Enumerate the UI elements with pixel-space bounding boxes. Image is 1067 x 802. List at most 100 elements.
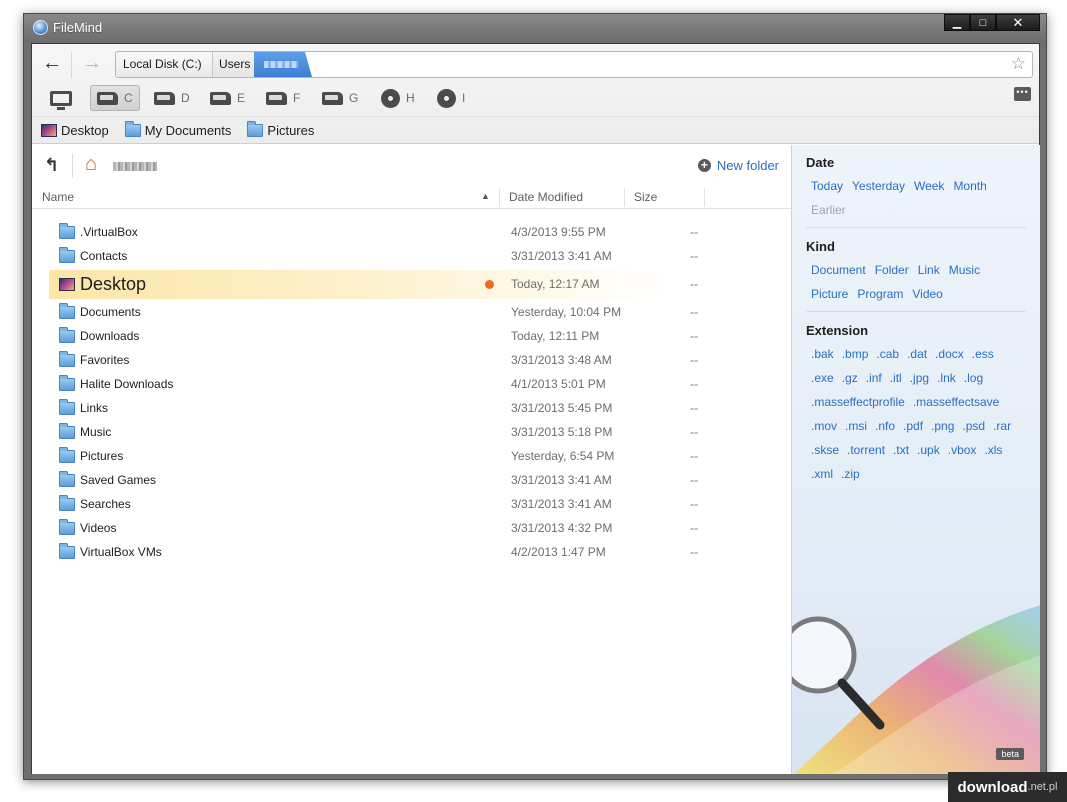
column-date-modified[interactable]: Date Modified [509, 190, 583, 204]
breadcrumb-current-user[interactable] [254, 52, 312, 77]
filter-ext[interactable]: .cab [876, 347, 899, 361]
filter-link[interactable]: Link [918, 263, 940, 277]
computer-button[interactable] [44, 85, 78, 111]
column-name[interactable]: Name [42, 190, 74, 204]
address-bar[interactable]: Local Disk (C:) Users ☆ [115, 51, 1033, 78]
drive-c-button[interactable]: C [90, 85, 140, 111]
new-folder-button[interactable]: + New folder [697, 158, 779, 173]
filter-ext[interactable]: .inf [866, 371, 882, 385]
home-icon[interactable]: ⌂ [85, 153, 97, 176]
drive-i-button[interactable]: I [431, 85, 471, 111]
file-date: 3/31/2013 3:41 AM [511, 249, 612, 263]
back-button[interactable]: ← [38, 53, 66, 75]
table-row[interactable]: Videos 3/31/2013 4:32 PM -- [32, 516, 791, 540]
favorite-desktop[interactable]: Desktop [41, 123, 109, 138]
title-bar[interactable]: FileMind ▁ □ ✕ [24, 14, 1046, 42]
table-row[interactable]: Halite Downloads 4/1/2013 5:01 PM -- [32, 372, 791, 396]
table-row[interactable]: Downloads Today, 12:11 PM -- [32, 324, 791, 348]
extension-row-1: .bak .bmp .cab .dat .docx .ess [811, 347, 994, 361]
file-name: Downloads [80, 329, 140, 343]
filter-ext[interactable]: .itl [890, 371, 902, 385]
music-folder-icon [59, 422, 75, 439]
forward-button[interactable]: → [78, 53, 106, 75]
drive-h-button[interactable]: H [375, 85, 421, 111]
filter-ext[interactable]: .pdf [903, 419, 923, 433]
file-name: Documents [80, 305, 141, 319]
table-row[interactable]: Music 3/31/2013 5:18 PM -- [32, 420, 791, 444]
filter-ext[interactable]: .docx [935, 347, 964, 361]
filter-month[interactable]: Month [953, 179, 986, 193]
table-row[interactable]: Contacts 3/31/2013 3:41 AM -- [32, 244, 791, 268]
filter-ext[interactable]: .skse [811, 443, 839, 457]
filter-ext[interactable]: .png [931, 419, 954, 433]
column-divider[interactable] [499, 188, 500, 207]
table-row[interactable]: VirtualBox VMs 4/2/2013 1:47 PM -- [32, 540, 791, 564]
filter-ext[interactable]: .dat [907, 347, 927, 361]
status-dot [485, 280, 494, 289]
filter-ext[interactable]: .txt [893, 443, 909, 457]
maximize-button[interactable]: □ [970, 14, 996, 31]
filter-picture[interactable]: Picture [811, 287, 848, 301]
filter-ext[interactable]: .masseffectsave [913, 395, 999, 409]
up-folder-icon[interactable]: ↰ [44, 155, 59, 176]
column-divider[interactable] [624, 188, 625, 207]
filter-ext[interactable]: .bak [811, 347, 834, 361]
drive-e-button[interactable]: E [204, 85, 251, 111]
filter-ext[interactable]: .torrent [847, 443, 885, 457]
filter-ext[interactable]: .gz [842, 371, 858, 385]
folder-icon [59, 542, 75, 559]
drive-g-button[interactable]: G [316, 85, 364, 111]
table-row[interactable]: Pictures Yesterday, 6:54 PM -- [32, 444, 791, 468]
chat-icon[interactable]: ••• [1014, 87, 1031, 101]
table-row[interactable]: Favorites 3/31/2013 3:48 AM -- [32, 348, 791, 372]
table-row[interactable]: .VirtualBox 4/3/2013 9:55 PM -- [32, 220, 791, 244]
drive-d-button[interactable]: D [148, 85, 196, 111]
filter-week[interactable]: Week [914, 179, 944, 193]
table-row[interactable]: Documents Yesterday, 10:04 PM -- [32, 300, 791, 324]
favorite-my-documents[interactable]: My Documents [124, 121, 231, 138]
drive-f-button[interactable]: F [260, 85, 306, 111]
star-icon[interactable]: ☆ [1011, 54, 1026, 74]
filter-ext[interactable]: .ess [972, 347, 994, 361]
filter-music[interactable]: Music [949, 263, 980, 277]
filter-ext[interactable]: .log [964, 371, 983, 385]
filter-folder[interactable]: Folder [875, 263, 909, 277]
filter-ext[interactable]: .xls [984, 443, 1002, 457]
filter-ext[interactable]: .upk [917, 443, 940, 457]
filter-ext[interactable]: .jpg [910, 371, 929, 385]
filter-video[interactable]: Video [912, 287, 942, 301]
filter-ext[interactable]: .msi [845, 419, 867, 433]
file-size: -- [690, 473, 698, 487]
breadcrumb-local-disk[interactable]: Local Disk (C:) [116, 52, 213, 77]
file-pane: ↰ ⌂ + New folder Name ▲ Date Modified Si… [32, 145, 791, 774]
filter-yesterday[interactable]: Yesterday [852, 179, 905, 193]
drive-label: D [181, 91, 190, 105]
filter-ext[interactable]: .mov [811, 419, 837, 433]
filter-ext[interactable]: .lnk [937, 371, 956, 385]
table-row-selected[interactable]: Desktop Today, 12:17 AM -- [32, 268, 791, 300]
column-size[interactable]: Size [634, 190, 657, 204]
breadcrumb-users[interactable]: Users [213, 52, 255, 77]
filter-today[interactable]: Today [811, 179, 843, 193]
kind-filter-row: Document Folder Link Music [811, 263, 980, 277]
filter-ext[interactable]: .psd [962, 419, 985, 433]
filter-ext[interactable]: .exe [811, 371, 834, 385]
table-row[interactable]: Saved Games 3/31/2013 3:41 AM -- [32, 468, 791, 492]
table-row[interactable]: Links 3/31/2013 5:45 PM -- [32, 396, 791, 420]
filter-document[interactable]: Document [811, 263, 866, 277]
filter-ext[interactable]: .vbox [948, 443, 977, 457]
favorite-pictures[interactable]: Pictures [247, 121, 314, 138]
hard-drive-icon [322, 91, 343, 105]
filter-ext[interactable]: .nfo [875, 419, 895, 433]
filter-ext[interactable]: .xml [811, 467, 833, 481]
filter-ext[interactable]: .rar [993, 419, 1011, 433]
filter-program[interactable]: Program [857, 287, 903, 301]
table-row[interactable]: Searches 3/31/2013 3:41 AM -- [32, 492, 791, 516]
filter-ext[interactable]: .masseffectprofile [811, 395, 905, 409]
new-folder-label: New folder [716, 158, 779, 173]
filter-ext[interactable]: .bmp [842, 347, 869, 361]
close-button[interactable]: ✕ [996, 14, 1040, 31]
column-divider[interactable] [704, 188, 705, 207]
filter-ext[interactable]: .zip [841, 467, 860, 481]
minimize-button[interactable]: ▁ [944, 14, 970, 31]
